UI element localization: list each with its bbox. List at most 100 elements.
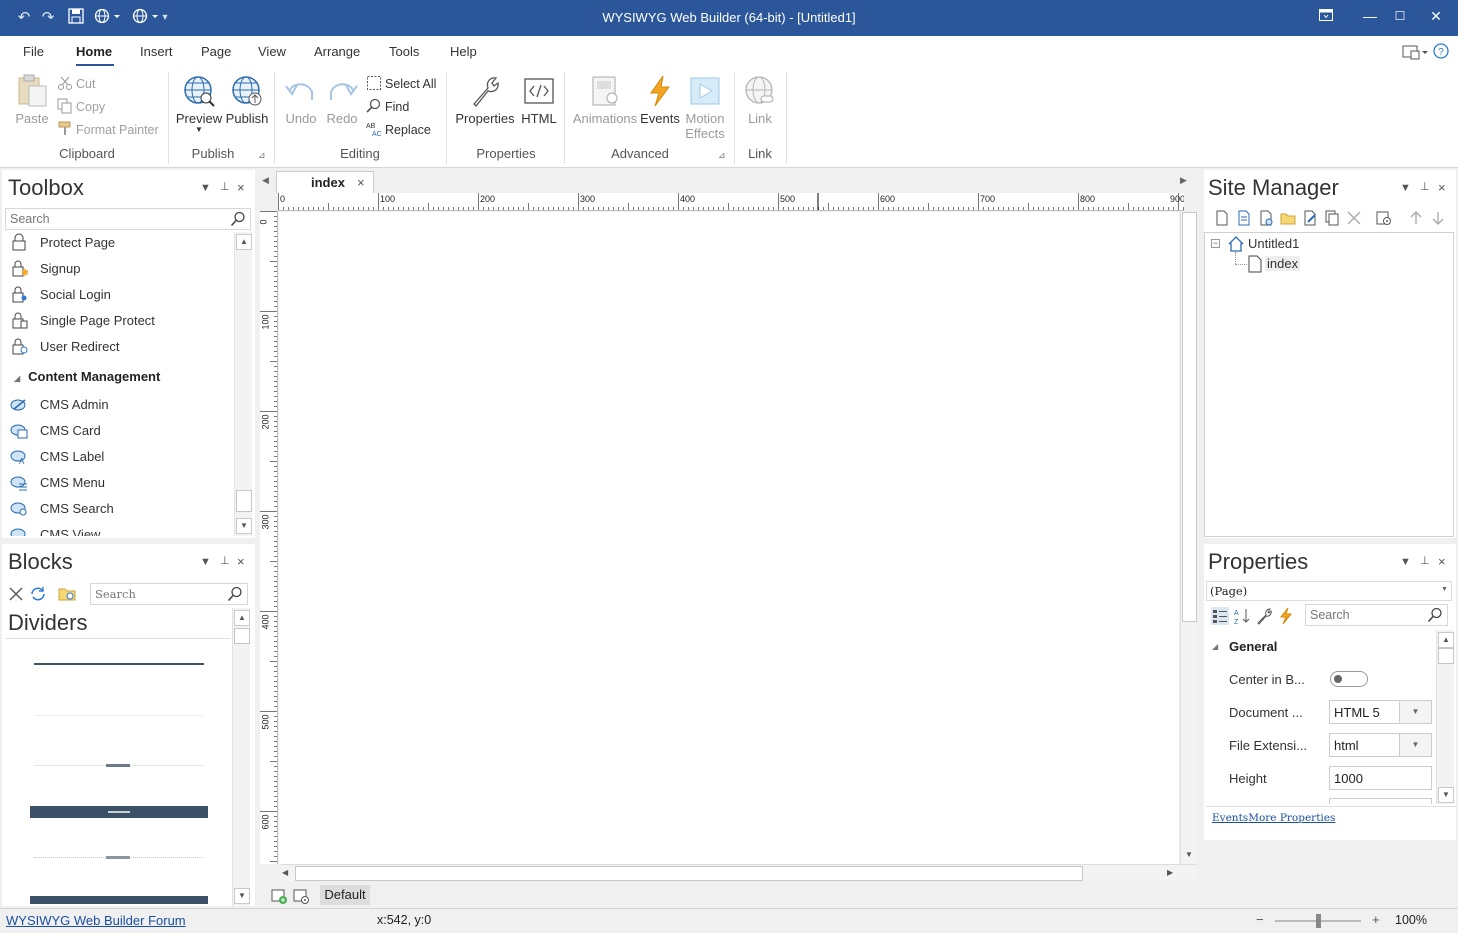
- scroll-down-arrow-icon[interactable]: ▼: [236, 518, 252, 534]
- tree-item-index[interactable]: index: [1265, 256, 1301, 271]
- tab-index[interactable]: index ×: [276, 171, 374, 193]
- scrollbar-thumb[interactable]: [234, 628, 250, 644]
- properties-scrollbar[interactable]: ▲ ▼: [1436, 630, 1454, 804]
- pin-icon[interactable]: ⊥: [1420, 554, 1430, 567]
- toolbox-item-social-login[interactable]: Social Login: [10, 284, 111, 306]
- publish-button[interactable]: Publish: [224, 74, 270, 126]
- more-properties-link[interactable]: More Properties: [1248, 812, 1335, 824]
- toolbox-item-cms-view[interactable]: CMS View: [10, 524, 100, 536]
- cut-button[interactable]: Cut: [57, 74, 95, 94]
- properties-search-input[interactable]: Search: [1305, 604, 1448, 626]
- zoom-slider-thumb[interactable]: [1316, 914, 1321, 928]
- redo-button[interactable]: Redo: [323, 74, 361, 126]
- animations-button[interactable]: Animations: [571, 74, 639, 126]
- toolbox-item-cms-search[interactable]: CMS Search: [10, 498, 114, 520]
- tab-page[interactable]: Page: [201, 44, 231, 59]
- tab-scroll-left-icon[interactable]: ◀: [262, 175, 269, 186]
- toolbox-item-cms-card[interactable]: CMS Card: [10, 420, 101, 442]
- copy-button[interactable]: Copy: [57, 97, 105, 117]
- clear-icon[interactable]: [8, 586, 24, 605]
- blocks-search-input[interactable]: Search: [90, 583, 248, 605]
- scroll-right-arrow-icon[interactable]: ▶: [1167, 868, 1173, 877]
- edit-page-icon[interactable]: [1302, 210, 1318, 226]
- search-icon[interactable]: [230, 211, 246, 227]
- replace-button[interactable]: AB AC Replace: [366, 120, 431, 140]
- object-selector[interactable]: (Page) ▼: [1206, 581, 1452, 601]
- help-icon[interactable]: ?: [1433, 43, 1449, 62]
- tab-help[interactable]: Help: [450, 44, 477, 59]
- add-layer-icon[interactable]: [270, 887, 288, 908]
- canvas-hscrollbar[interactable]: ◀ ▶: [279, 864, 1197, 881]
- canvas-vscroll-thumb[interactable]: [1182, 212, 1197, 622]
- move-down-icon[interactable]: [1430, 210, 1446, 226]
- tab-file[interactable]: File: [23, 44, 44, 59]
- toolbox-category-content-management[interactable]: ◢ Content Management: [14, 369, 160, 384]
- panel-menu-icon[interactable]: ▼: [200, 556, 211, 568]
- scroll-down-arrow-icon[interactable]: ▼: [234, 888, 250, 904]
- toolbox-item-single-page-protect[interactable]: Single Page Protect: [10, 310, 155, 332]
- scroll-down-arrow-icon[interactable]: ▼: [1185, 850, 1193, 859]
- pin-icon[interactable]: ⊥: [220, 554, 230, 567]
- tree-item-untitled1[interactable]: Untitled1: [1248, 236, 1299, 251]
- toolbox-item-protect-page[interactable]: Protect Page: [10, 232, 115, 254]
- layout-switch-icon[interactable]: [1402, 43, 1428, 64]
- lightning-icon[interactable]: [1277, 607, 1295, 625]
- layer-settings-icon[interactable]: [292, 887, 310, 908]
- toolbox-item-cms-admin[interactable]: CMS Admin: [10, 394, 109, 416]
- panel-close-icon[interactable]: ×: [237, 180, 245, 195]
- pin-icon[interactable]: ⊥: [1420, 180, 1430, 193]
- center-in-browser-toggle[interactable]: [1330, 671, 1368, 687]
- scroll-up-arrow-icon[interactable]: ▲: [234, 610, 250, 626]
- divider-block-faint[interactable]: [34, 715, 204, 716]
- layer-tab-default[interactable]: Default: [320, 885, 370, 905]
- tab-tools[interactable]: Tools: [389, 44, 419, 59]
- height-input[interactable]: 1000: [1329, 766, 1432, 790]
- panel-menu-icon[interactable]: ▼: [1400, 556, 1411, 568]
- wrench-icon[interactable]: [1255, 607, 1273, 625]
- divider-block-dotted[interactable]: [34, 856, 204, 859]
- file-extension-select[interactable]: html: [1329, 733, 1400, 757]
- zoom-in-button[interactable]: +: [1372, 912, 1380, 927]
- maximize-icon[interactable]: ☐: [1382, 0, 1418, 34]
- scroll-up-arrow-icon[interactable]: ▲: [1438, 632, 1454, 648]
- collapse-triangle-icon[interactable]: ◢: [1212, 642, 1218, 651]
- page-properties-icon[interactable]: [1376, 210, 1392, 226]
- refresh-icon[interactable]: [29, 585, 47, 606]
- new-page-external-icon[interactable]: [1258, 210, 1274, 226]
- canvas-hscroll-thumb[interactable]: [295, 866, 1083, 881]
- divider-block-dark-bar-2[interactable]: [30, 896, 208, 904]
- file-extension-dropdown-icon[interactable]: ▼: [1400, 733, 1432, 757]
- move-up-icon[interactable]: [1408, 210, 1424, 226]
- categorized-icon[interactable]: [1211, 607, 1229, 625]
- toolbox-item-signup[interactable]: ✱ Signup: [10, 258, 80, 280]
- panel-close-icon[interactable]: ×: [237, 554, 245, 569]
- preview-button[interactable]: Preview ▼: [175, 74, 223, 134]
- advanced-dialog-launcher-icon[interactable]: ⊿: [718, 150, 726, 161]
- scrollbar-thumb[interactable]: [1438, 648, 1454, 664]
- scrollbar-thumb[interactable]: [236, 490, 252, 512]
- close-icon[interactable]: ✕: [1418, 0, 1454, 34]
- sort-alphabetical-icon[interactable]: AZ: [1233, 607, 1251, 625]
- divider-block-dark-bar[interactable]: [30, 806, 208, 818]
- forum-link[interactable]: WYSIWYG Web Builder Forum: [6, 913, 186, 928]
- new-folder-icon[interactable]: [1280, 210, 1296, 226]
- canvas-vscrollbar[interactable]: ▼: [1180, 212, 1197, 864]
- pin-icon[interactable]: ⊥: [220, 180, 230, 193]
- format-painter-button[interactable]: Format Painter: [57, 120, 159, 140]
- scroll-left-arrow-icon[interactable]: ◀: [282, 868, 288, 877]
- link-button[interactable]: Link: [741, 74, 779, 126]
- paste-button[interactable]: Paste: [12, 74, 52, 126]
- folder-icon[interactable]: [58, 585, 76, 606]
- toolbox-scrollbar[interactable]: ▲ ▼: [234, 232, 252, 536]
- toolbox-search-input[interactable]: Search: [5, 208, 251, 230]
- find-button[interactable]: Find: [366, 97, 409, 117]
- toolbox-item-cms-menu[interactable]: CMS Menu: [10, 472, 105, 494]
- panel-close-icon[interactable]: ×: [1438, 180, 1446, 195]
- events-link[interactable]: Events: [1212, 812, 1248, 824]
- page-canvas[interactable]: [279, 212, 1179, 864]
- scroll-up-arrow-icon[interactable]: ▲: [236, 234, 252, 250]
- tab-view[interactable]: View: [258, 44, 286, 59]
- scroll-down-arrow-icon[interactable]: ▼: [1438, 787, 1454, 803]
- panel-menu-icon[interactable]: ▼: [200, 182, 211, 194]
- zoom-out-button[interactable]: −: [1256, 912, 1264, 927]
